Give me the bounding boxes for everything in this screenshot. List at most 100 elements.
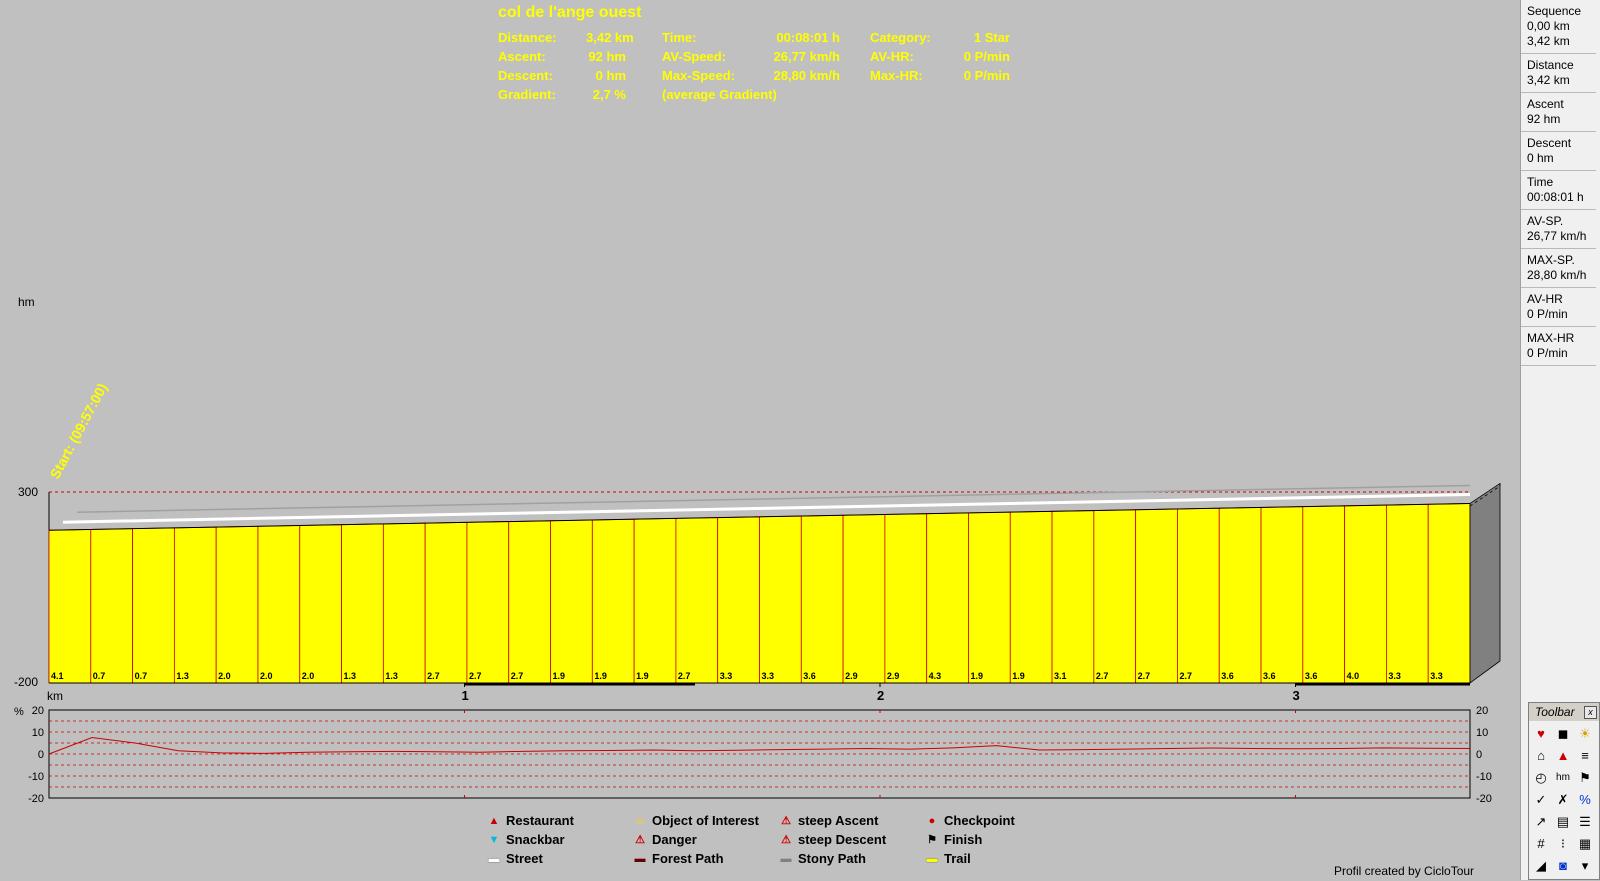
table-icon[interactable]: ⁝: [1553, 834, 1573, 854]
legend-item: ⚑ Finish: [926, 831, 982, 847]
legend-item: ⚠ steep Ascent: [780, 812, 878, 828]
segment-gradient-label: 1.9: [1012, 671, 1025, 681]
legend-item: ● Checkpoint: [926, 812, 1015, 828]
sidebar-stat-label: Distance: [1527, 58, 1574, 72]
segment-gradient-label: 3.3: [762, 671, 775, 681]
percent-icon[interactable]: %: [1575, 790, 1595, 810]
sidebar-stat-label: AV-SP.: [1527, 214, 1564, 228]
camera-icon[interactable]: ◼: [1553, 724, 1573, 744]
warning-icon[interactable]: ▲: [1553, 746, 1573, 766]
elevation-segment: [424, 521, 468, 684]
clock-icon[interactable]: ◴: [1531, 768, 1551, 788]
sun-icon[interactable]: ☀: [1575, 724, 1595, 744]
segment-gradient-label: 4.0: [1347, 671, 1360, 681]
forest-path-icon: ▬: [634, 852, 646, 865]
legend-item: ▲ Restaurant: [488, 812, 574, 828]
bike-icon[interactable]: ◙: [1553, 856, 1573, 876]
elevation-segment: [466, 521, 510, 684]
profile-icon[interactable]: ◢: [1531, 856, 1551, 876]
sidebar-stat: MAX-SP. 28,80 km/h: [1521, 249, 1596, 288]
legend-item: ⚠ steep Descent: [780, 831, 886, 847]
sidebar-stat-label: MAX-HR: [1527, 331, 1575, 345]
road-icon[interactable]: ▤: [1553, 812, 1573, 832]
toolbar-title-bar[interactable]: Toolbar x: [1529, 703, 1599, 721]
heart-icon[interactable]: ♥: [1531, 724, 1551, 744]
elevation-segment: [968, 511, 1011, 684]
elevation-segment: [48, 529, 92, 684]
finish-icon: ⚑: [927, 833, 937, 846]
abc-zoom-icon[interactable]: ✗: [1553, 790, 1573, 810]
gradient-tick-left: 10: [32, 727, 44, 739]
stony-path-icon: ▬: [780, 852, 792, 865]
elevation-segment: [884, 513, 928, 684]
gradient-tick-left: -10: [28, 771, 44, 783]
segment-gradient-label: 0.7: [135, 671, 148, 681]
y-tick-300: 300: [18, 485, 38, 499]
elevation-segment: [926, 512, 969, 684]
sidebar-stat: Descent 0 hm: [1521, 132, 1596, 171]
toolbar-title: Toolbar: [1535, 705, 1575, 719]
legend-label: steep Ascent: [798, 813, 879, 829]
y-tick-minus-200: -200: [14, 675, 38, 689]
gradient-tick-left: 0: [38, 749, 44, 761]
sidebar-stat-value: 26,77 km/h: [1527, 229, 1587, 243]
toolbar-window[interactable]: Toolbar x ♥ ◼ ☀ ⌂ ▲ ≡ ◴ hm ⚑ ✓ ✗% ↗ ▤ ☰ # ⁝ ▦ ◢ ◙ ▾: [1528, 702, 1600, 880]
start-label: Start: (09:57:00): [47, 380, 111, 481]
elevation-segment: [800, 514, 844, 684]
sidebar-stat-value: 0 P/min: [1527, 307, 1568, 321]
steep-descent-icon: ⚠: [781, 833, 791, 846]
segment-gradient-label: 1.3: [344, 671, 357, 681]
elevation-segment: [1093, 509, 1137, 684]
bars-icon[interactable]: ≡: [1575, 746, 1595, 766]
segment-gradient-label: 1.9: [553, 671, 566, 681]
shirt-icon[interactable]: ⌂: [1531, 746, 1551, 766]
grid-icon[interactable]: #: [1531, 834, 1551, 854]
sidebar-stat: MAX-HR 0 P/min: [1521, 327, 1596, 366]
gradient-tick-right: -20: [1476, 793, 1492, 805]
checkpoint-icon: ●: [928, 814, 936, 827]
legend-label: Trail: [944, 851, 971, 867]
elevation-segment: [173, 526, 217, 684]
segment-gradient-label: 2.0: [302, 671, 315, 681]
segment-gradient-label: 2.0: [218, 671, 231, 681]
gradient-unit: %: [14, 706, 24, 718]
object-of-interest-icon: ☺: [634, 814, 646, 827]
legend-item: ⚠ Danger: [634, 831, 697, 847]
segment-gradient-label: 0.7: [93, 671, 106, 681]
elevation-segment: [1177, 507, 1220, 684]
arrow-icon[interactable]: ↗: [1531, 812, 1551, 832]
segment-gradient-label: 1.9: [594, 671, 607, 681]
abc-check-icon[interactable]: ✓: [1531, 790, 1551, 810]
sidebar-stat-label: Sequence: [1527, 4, 1582, 18]
gradient-tick-left: -20: [28, 793, 44, 805]
segment-gradient-label: 2.7: [1138, 671, 1151, 681]
sidebar-stat-value: 0 hm: [1527, 151, 1554, 165]
elevation-profile: hm 300 -200 4.1 0.7 0.7 1.3 2.0 2.0 2.0 1.3 1.3 2…: [14, 295, 1501, 700]
legend-item: ▬ Trail: [926, 850, 971, 866]
hm-icon[interactable]: hm: [1553, 768, 1573, 788]
list-icon[interactable]: ☰: [1575, 812, 1595, 832]
segment-gradient-label: 1.3: [176, 671, 189, 681]
sidebar-stat-value: 92 hm: [1527, 112, 1561, 126]
more-icon[interactable]: ▾: [1575, 856, 1595, 876]
gradient-tick-right: 20: [1476, 705, 1488, 717]
sidebar-stat-label: Descent: [1527, 136, 1572, 150]
sidebar-stat: Ascent 92 hm: [1521, 93, 1596, 132]
trail-icon: ▬: [926, 852, 938, 865]
gradient-tick-left: 20: [32, 705, 44, 717]
segment-gradient-label: 3.3: [1430, 671, 1443, 681]
credit-text: Profil created by CicloTour: [1334, 864, 1475, 878]
elevation-segment: [215, 525, 259, 684]
elevation-segment: [257, 525, 301, 684]
danger-icon: ⚠: [635, 833, 645, 846]
legend-item: ☺ Object of Interest: [634, 812, 759, 828]
elevation-segment: [508, 520, 551, 684]
steep-ascent-icon: ⚠: [781, 814, 791, 827]
x-unit-label: km: [47, 689, 63, 700]
segment-gradient-label: 1.3: [385, 671, 398, 681]
close-icon[interactable]: x: [1584, 706, 1597, 719]
flag-icon[interactable]: ⚑: [1575, 768, 1595, 788]
elevation-segment: [299, 524, 342, 684]
chart-icon[interactable]: ▦: [1575, 834, 1595, 854]
segment-gradient-label: 3.6: [1263, 671, 1276, 681]
